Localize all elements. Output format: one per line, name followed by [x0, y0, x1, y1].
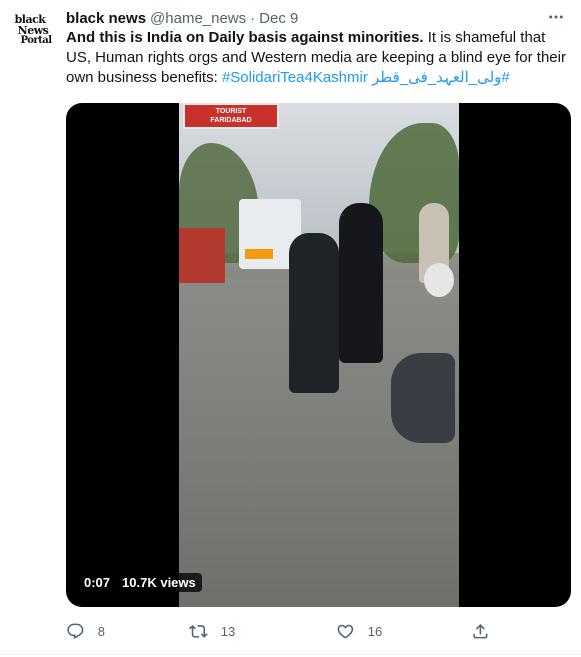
video-person-center [339, 203, 383, 363]
video-helmet [424, 263, 454, 297]
tweet-actions: 8 13 16 [66, 620, 506, 642]
tweet-date[interactable]: Dec 9 [259, 10, 298, 27]
like-icon [337, 624, 354, 639]
more-icon [549, 15, 563, 19]
display-name[interactable]: black news [66, 10, 146, 27]
tweet-text: And this is India on Daily basis against… [66, 28, 572, 88]
avatar[interactable]: black News Portal [8, 6, 56, 54]
tweet[interactable]: black News Portal black news @hame_news … [0, 0, 581, 655]
retweet-button[interactable]: 13 [189, 620, 235, 642]
truck-stripe [245, 249, 273, 259]
video-timer: 0:07 10.7K views [78, 573, 202, 592]
sign-line-1: TOURIST [215, 108, 247, 115]
separator-dot: · [250, 9, 256, 27]
retweet-icon [189, 624, 208, 638]
share-button[interactable] [471, 620, 490, 642]
tweet-header: black news @hame_news · Dec 9 [66, 8, 298, 28]
like-count: 16 [367, 623, 383, 639]
user-handle[interactable]: @hame_news [150, 10, 246, 27]
retweet-count: 13 [220, 623, 236, 639]
video-views: 10.7K views [122, 575, 196, 590]
hashtag-link[interactable]: #ولی_العہد_فی_قطر [372, 69, 510, 86]
avatar-line-3: Portal [20, 35, 52, 46]
share-icon [473, 623, 488, 639]
sign-line-2: FARIDABAD [210, 117, 252, 124]
like-button[interactable]: 16 [336, 620, 382, 642]
video-person-ground [391, 353, 455, 443]
reply-button[interactable]: 8 [66, 620, 105, 642]
reply-count: 8 [97, 623, 105, 639]
video-cart [179, 228, 225, 283]
video-player[interactable]: TOURIST FARIDABAD 0:07 10.7K views [66, 103, 571, 607]
video-frame[interactable]: TOURIST FARIDABAD [179, 103, 459, 607]
video-person-left [289, 233, 339, 393]
video-elapsed: 0:07 [84, 575, 111, 590]
video-overlay: 0:07 10.7K views [78, 573, 202, 592]
video-sign: TOURIST FARIDABAD [183, 103, 279, 129]
hashtag-link[interactable]: #SolidariTea4Kashmir [222, 69, 368, 86]
reply-icon [67, 623, 84, 639]
tweet-text-bold: And this is India on Daily basis against… [66, 29, 424, 46]
more-button[interactable] [545, 6, 567, 28]
